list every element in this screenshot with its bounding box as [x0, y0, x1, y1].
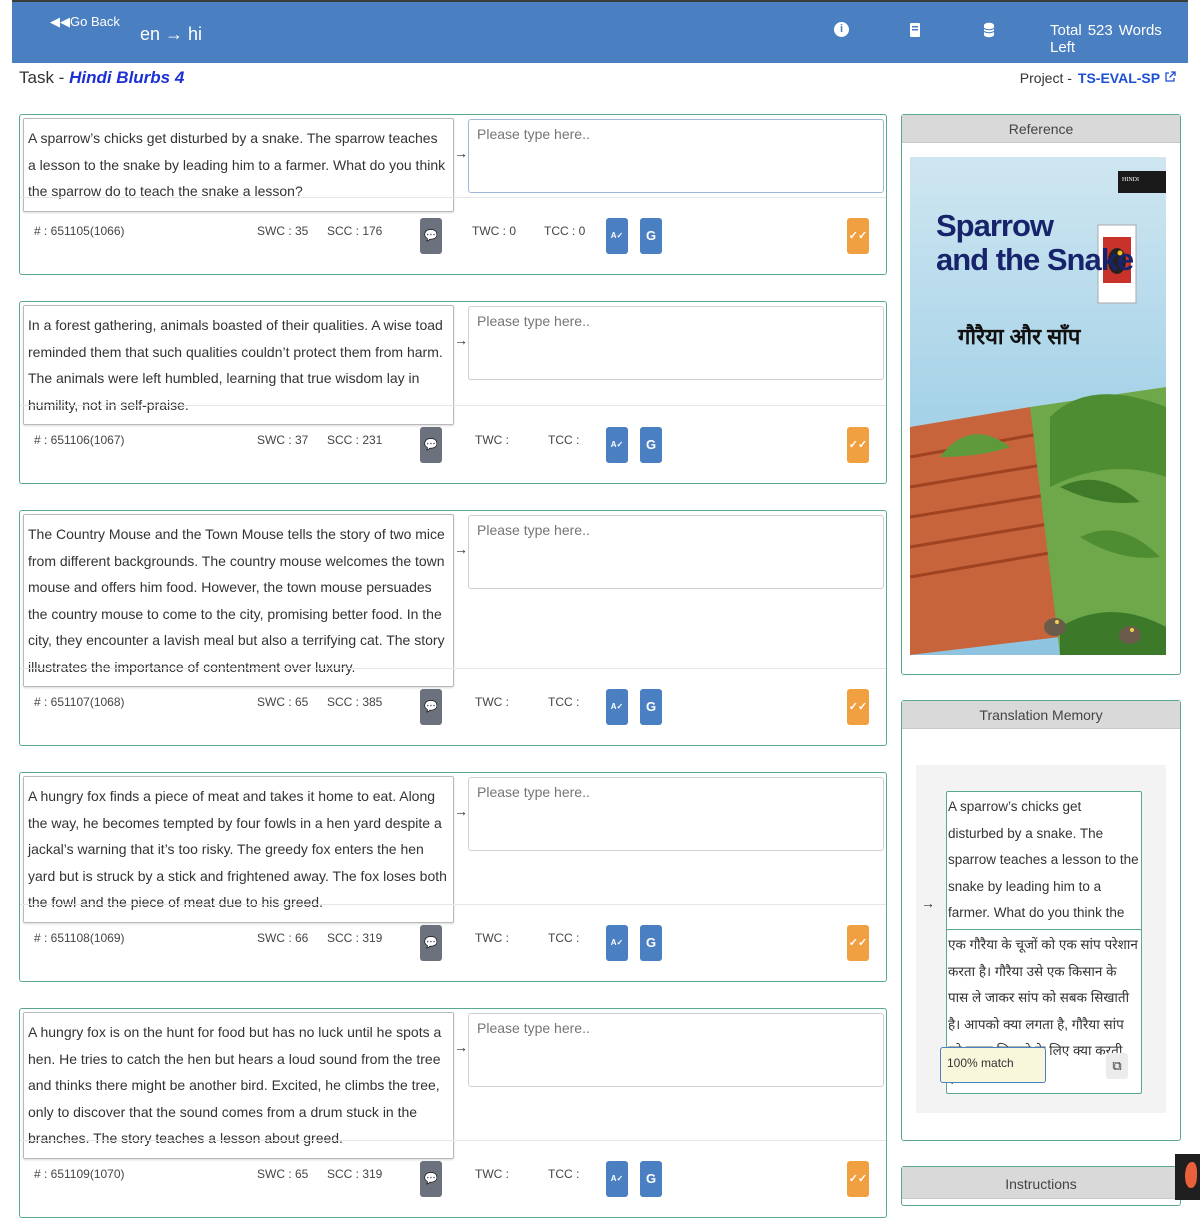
- arrow-right-icon: →: [454, 1039, 468, 1055]
- reference-book-cover[interactable]: HINDI Sparrow and the Snake गौरैया और सा…: [910, 157, 1166, 655]
- target-input[interactable]: [468, 1013, 884, 1087]
- mark-done-button[interactable]: ✓✓: [847, 925, 869, 961]
- spellcheck-button[interactable]: A✓: [606, 1161, 628, 1197]
- mark-done-button[interactable]: ✓✓: [847, 1161, 869, 1197]
- translation-memory-panel: Translation Memory A sparrow’s chicks ge…: [901, 700, 1181, 1141]
- source-text: A hungry fox finds a piece of meat and t…: [23, 776, 454, 923]
- top-bar: ◀◀Go Back en → hi i Total 523 Words Left: [12, 0, 1188, 63]
- arrow-right-icon: →: [454, 541, 468, 557]
- reference-panel: Reference HINDI Sparrow and the Snake गौ…: [901, 114, 1181, 675]
- comment-button[interactable]: 💬: [420, 689, 442, 725]
- target-char-count: TCC : 0: [544, 224, 586, 238]
- source-char-count: SCC : 176: [327, 224, 383, 238]
- flame-icon[interactable]: [1175, 1154, 1200, 1200]
- instructions-title: Instructions: [902, 1167, 1180, 1199]
- reference-title: Reference: [902, 115, 1180, 143]
- book-language-tag: HINDI: [1122, 177, 1139, 183]
- google-translate-button[interactable]: G: [640, 1161, 662, 1197]
- book-title-line1: Sparrow: [936, 208, 1054, 243]
- target-word-count: TWC :: [475, 433, 509, 447]
- source-text: In a forest gathering, animals boasted o…: [23, 305, 454, 425]
- comment-button[interactable]: 💬: [420, 925, 442, 961]
- segment-id: # : 651105(1066): [34, 224, 125, 238]
- target-word-count: TWC : 0: [472, 224, 516, 238]
- segment-card: The Country Mouse and the Town Mouse tel…: [19, 510, 887, 746]
- comment-button[interactable]: 💬: [420, 1161, 442, 1197]
- segment-card: A hungry fox finds a piece of meat and t…: [19, 772, 887, 982]
- target-input[interactable]: [468, 119, 884, 193]
- target-word-count: TWC :: [475, 1167, 509, 1181]
- instructions-panel[interactable]: Instructions: [901, 1166, 1181, 1206]
- target-char-count: TCC :: [548, 433, 580, 447]
- source-word-count: SWC : 66: [257, 931, 309, 945]
- target-word-count: TWC :: [475, 695, 509, 709]
- source-char-count: SCC : 319: [327, 1167, 383, 1181]
- spellcheck-button[interactable]: A✓: [606, 427, 628, 463]
- project-info: Project - TS-EVAL-SP: [1020, 70, 1176, 86]
- source-char-count: SCC : 319: [327, 931, 383, 945]
- tm-match-badge: 100% match: [940, 1047, 1046, 1083]
- arrow-right-icon: →: [921, 895, 935, 911]
- segment-id: # : 651107(1068): [34, 695, 125, 709]
- words-count: 523: [1087, 22, 1113, 39]
- segment-card: A hungry fox is on the hunt for food but…: [19, 1008, 887, 1218]
- source-text: The Country Mouse and the Town Mouse tel…: [23, 514, 454, 687]
- go-back-link[interactable]: ◀◀Go Back: [50, 14, 120, 30]
- arrow-right-icon: →: [454, 145, 468, 161]
- task-name: Hindi Blurbs 4: [69, 68, 185, 87]
- database-icon[interactable]: [982, 22, 996, 38]
- source-word-count: SWC : 65: [257, 1167, 309, 1181]
- segment-card: In a forest gathering, animals boasted o…: [19, 301, 887, 484]
- target-input[interactable]: [468, 515, 884, 589]
- segment-card: A sparrow’s chicks get disturbed by a sn…: [19, 114, 887, 275]
- target-word-count: TWC :: [475, 931, 509, 945]
- copy-icon[interactable]: ⧉: [1106, 1053, 1128, 1079]
- task-title: Task - Hindi Blurbs 4: [19, 68, 184, 88]
- target-input[interactable]: [468, 306, 884, 380]
- segment-id: # : 651108(1069): [34, 931, 125, 945]
- arrow-right-icon: →: [454, 332, 468, 348]
- book-title-line2: and the Snake: [936, 242, 1134, 277]
- target-input[interactable]: [468, 777, 884, 851]
- book-icon[interactable]: [908, 22, 922, 38]
- words-total-label: Total: [1050, 22, 1082, 39]
- task-label: Task -: [19, 68, 65, 87]
- book-title: Sparrow and the Snake: [936, 208, 1134, 277]
- info-icon[interactable]: i: [834, 22, 849, 37]
- arrow-right-icon: →: [454, 803, 468, 819]
- google-translate-button[interactable]: G: [640, 427, 662, 463]
- words-left-counter: Total 523 Words Left: [1050, 22, 1188, 56]
- external-link-icon[interactable]: [1164, 70, 1176, 86]
- google-translate-button[interactable]: G: [640, 689, 662, 725]
- source-word-count: SWC : 65: [257, 695, 309, 709]
- language-pair: en → hi: [140, 24, 203, 44]
- project-link[interactable]: TS-EVAL-SP: [1078, 70, 1160, 86]
- source-char-count: SCC : 231: [327, 433, 383, 447]
- mark-done-button[interactable]: ✓✓: [847, 218, 869, 254]
- source-char-count: SCC : 385: [327, 695, 383, 709]
- comment-button[interactable]: 💬: [420, 427, 442, 463]
- segment-id: # : 651109(1070): [34, 1167, 125, 1181]
- spellcheck-button[interactable]: A✓: [606, 925, 628, 961]
- book-title-hindi: गौरैया और साँप: [958, 324, 1081, 349]
- google-translate-button[interactable]: G: [640, 218, 662, 254]
- source-word-count: SWC : 35: [257, 224, 309, 238]
- target-char-count: TCC :: [548, 1167, 580, 1181]
- target-char-count: TCC :: [548, 695, 580, 709]
- spellcheck-button[interactable]: A✓: [606, 218, 628, 254]
- segment-id: # : 651106(1067): [34, 433, 125, 447]
- comment-button[interactable]: 💬: [420, 218, 442, 254]
- spellcheck-button[interactable]: A✓: [606, 689, 628, 725]
- tm-entry: A sparrow’s chicks get disturbed by a sn…: [916, 765, 1166, 1113]
- mark-done-button[interactable]: ✓✓: [847, 427, 869, 463]
- translation-memory-title: Translation Memory: [902, 701, 1180, 729]
- source-word-count: SWC : 37: [257, 433, 309, 447]
- source-text: A hungry fox is on the hunt for food but…: [23, 1012, 454, 1159]
- project-label: Project -: [1019, 70, 1072, 86]
- target-char-count: TCC :: [548, 931, 580, 945]
- mark-done-button[interactable]: ✓✓: [847, 689, 869, 725]
- google-translate-button[interactable]: G: [640, 925, 662, 961]
